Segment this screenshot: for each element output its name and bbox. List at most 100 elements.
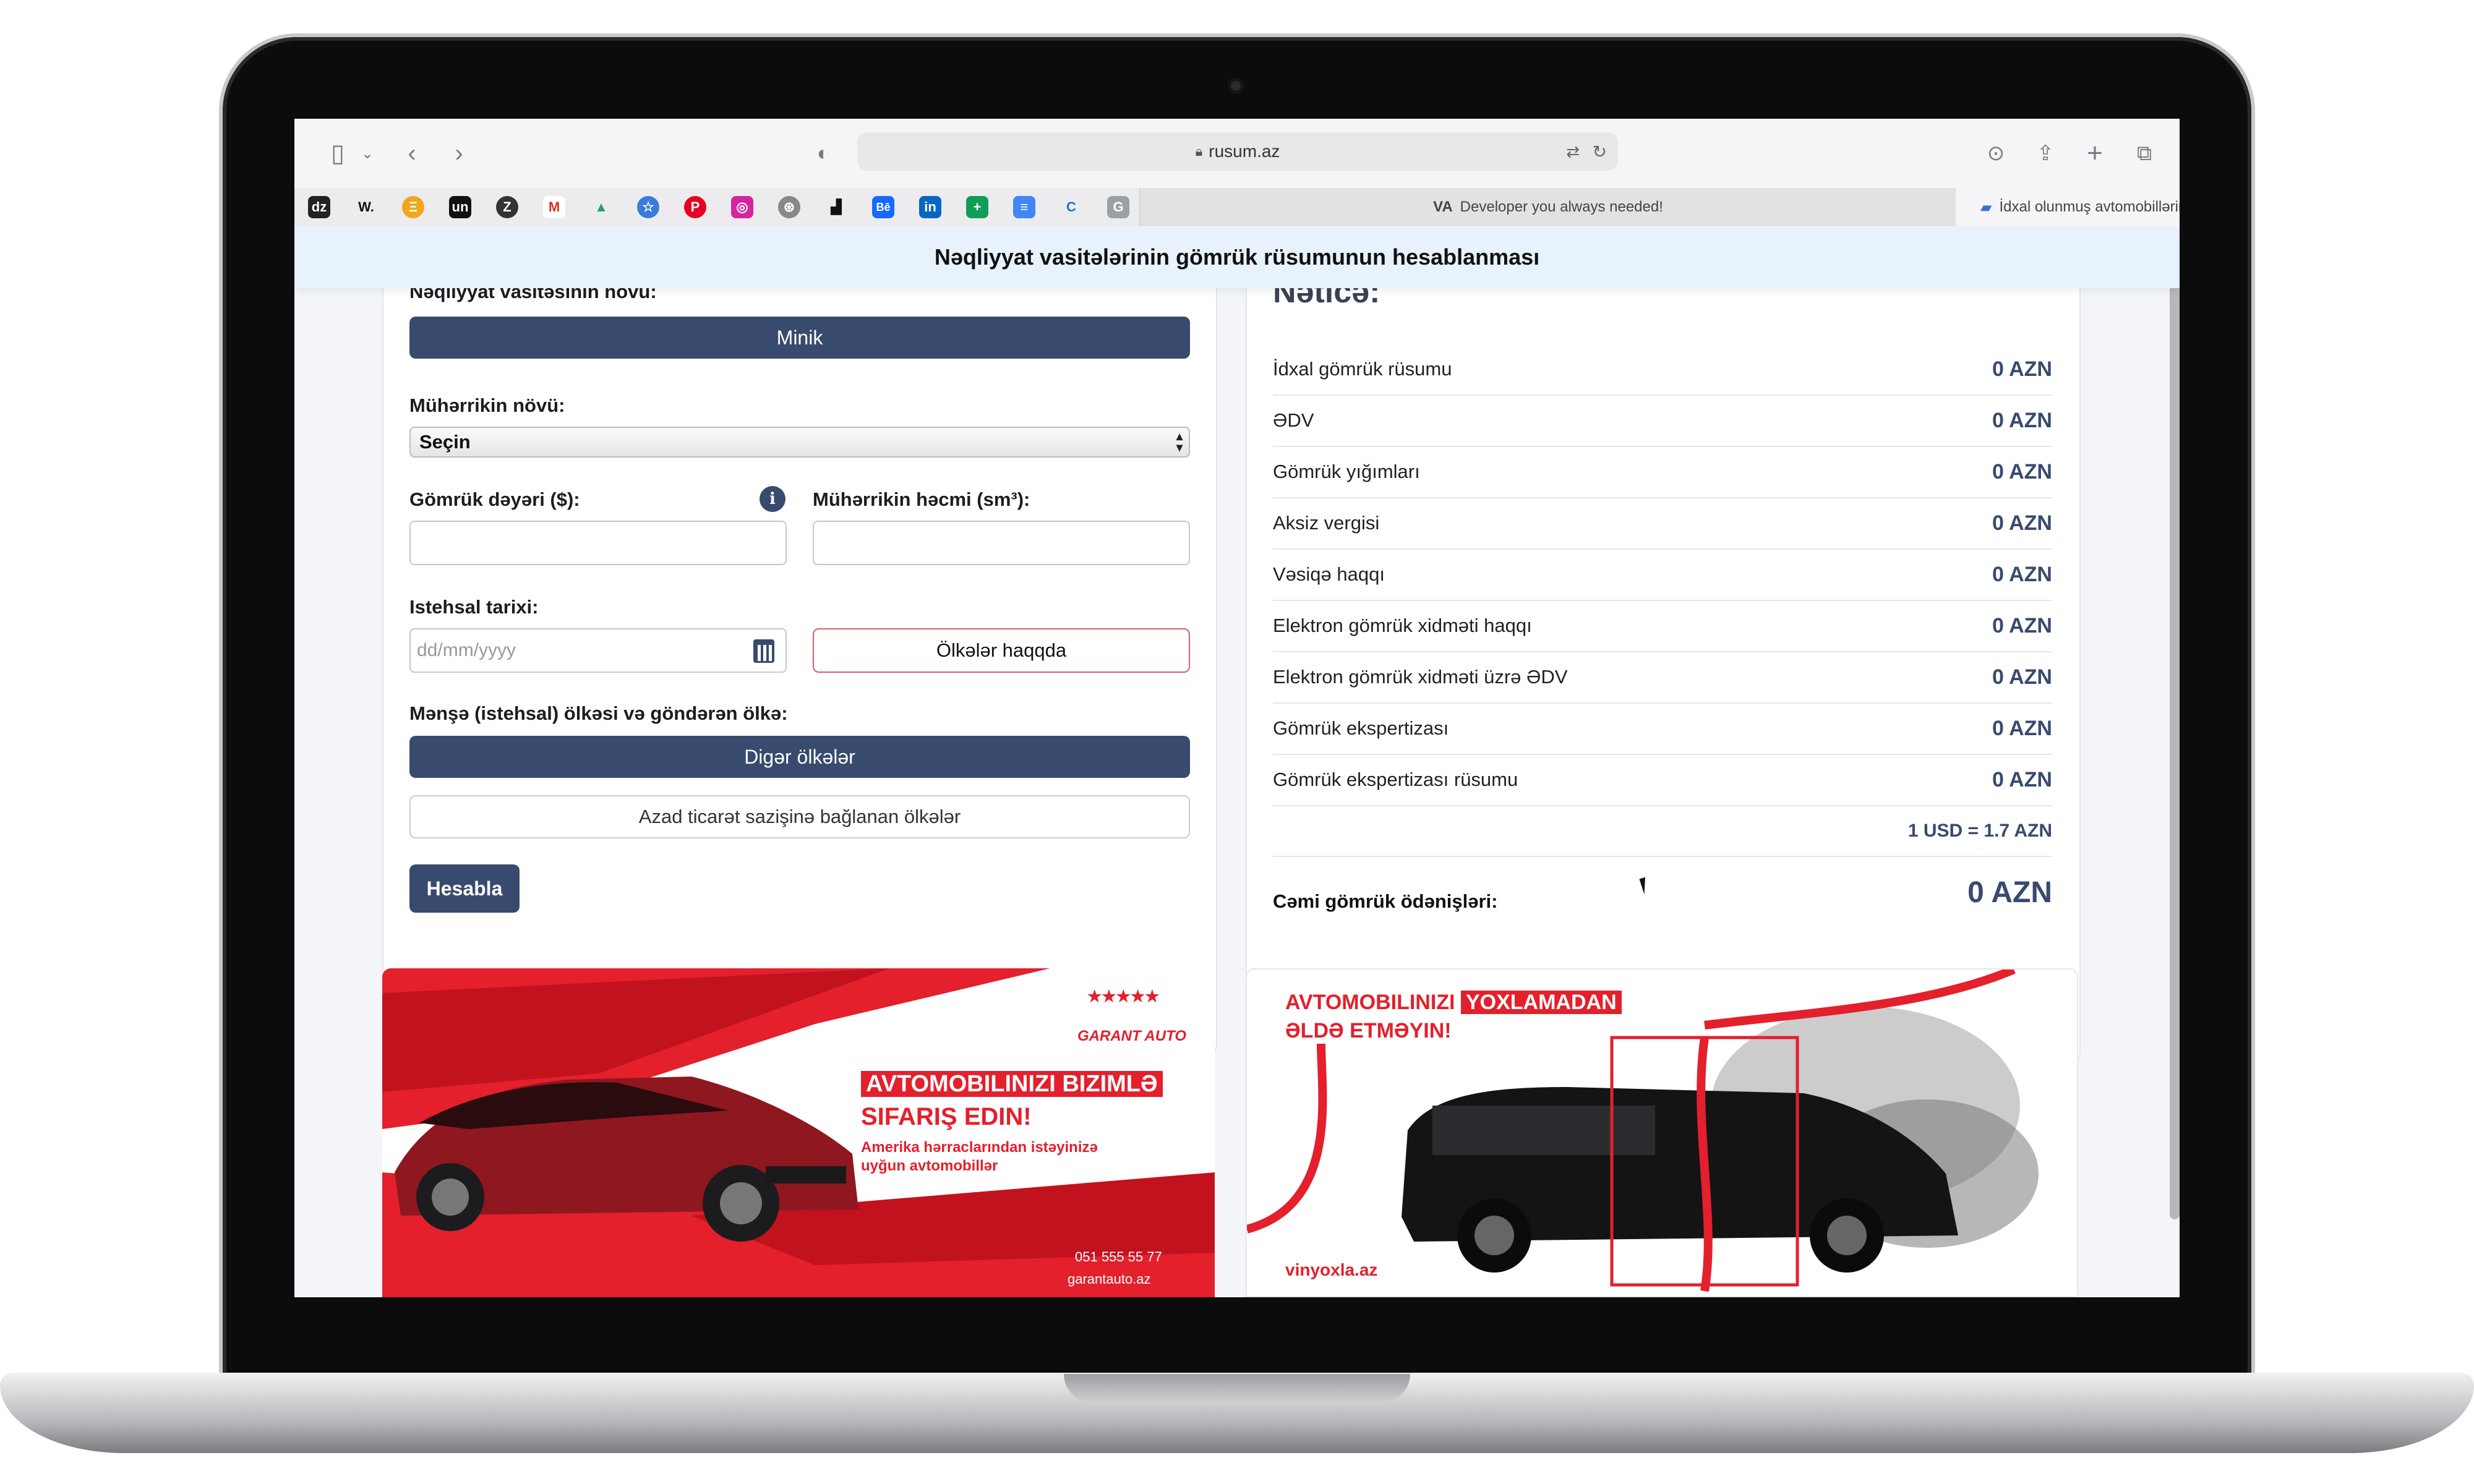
- row-value: 0 AZN: [1992, 613, 2052, 638]
- total-value: 0 AZN: [1967, 876, 2052, 909]
- url-text: rusum.az: [1209, 142, 1280, 161]
- total-label: Cəmi gömrük ödənişləri:: [1273, 890, 1498, 912]
- banner-subtitle-2: uyğun avtomobillər: [861, 1158, 998, 1174]
- result-row-e-customs-vat: Elektron gömrük xidməti üzrə ƏDV 0 AZN: [1273, 652, 2052, 704]
- result-row-import-duty: İdxal gömrük rüsumu 0 AZN: [1273, 344, 2052, 396]
- row-value: 0 AZN: [1992, 665, 2052, 689]
- shield-icon[interactable]: ◐: [808, 139, 839, 168]
- banner-phone: 051 555 55 77: [1075, 1249, 1162, 1264]
- laptop-frame: ▯ ⌄ ‹ › ◐ 🔒︎ rusum.az ⇄ ↻ ⊙ ⇪ + ⧉ dz W. …: [0, 0, 2474, 1484]
- bookmark-gmail[interactable]: M: [543, 196, 565, 218]
- select-arrows-icon: ▴ ▾: [1176, 430, 1183, 454]
- tab-developer[interactable]: VA Developer you always needed!: [1139, 188, 1957, 226]
- tab-title: İdxal olunmuş avtomobillərin gömrük rüsu…: [1999, 198, 2180, 215]
- calendar-icon[interactable]: [753, 639, 774, 663]
- bookmark-coin[interactable]: Ξ: [402, 196, 424, 218]
- customs-value-label: Gömrük dəyəri ($):: [409, 488, 580, 510]
- row-value: 0 AZN: [1992, 716, 2052, 740]
- row-label: Elektron gömrük xidməti haqqı: [1273, 615, 1532, 636]
- translate-icon[interactable]: ⇄: [1566, 142, 1580, 161]
- forward-icon[interactable]: ›: [447, 139, 471, 168]
- browser-toolbar: ▯ ⌄ ‹ › ◐ 🔒︎ rusum.az ⇄ ↻ ⊙ ⇪ + ⧉: [294, 119, 2180, 189]
- share-icon[interactable]: ⇪: [2030, 139, 2061, 168]
- row-label: ƏDV: [1273, 409, 1314, 431]
- countries-info-button[interactable]: Ölkələr haqqda: [813, 628, 1190, 673]
- result-row-e-customs-fee: Elektron gömrük xidməti haqqı 0 AZN: [1273, 600, 2052, 652]
- bookmark-drive[interactable]: ▲: [590, 196, 612, 218]
- bookmark-instagram[interactable]: ◎: [731, 196, 753, 218]
- bookmark-linkedin[interactable]: in: [919, 196, 941, 218]
- row-label: Gömrük ekspertizası: [1273, 717, 1449, 739]
- engine-type-value: Seçin: [419, 431, 471, 453]
- exchange-rate: 1 USD = 1.7 AZN: [1273, 806, 2052, 857]
- tab-overview-icon[interactable]: ⧉: [2129, 139, 2160, 168]
- row-value: 0 AZN: [1992, 562, 2052, 586]
- bookmark-unsplash[interactable]: ▟: [825, 196, 847, 218]
- banner-headline-1: AVTOMOBILINIZI BIZIMLƏ: [861, 1071, 1163, 1098]
- tab-title: Developer you always needed!: [1460, 198, 1663, 215]
- chevron-down-icon[interactable]: ⌄: [356, 139, 379, 168]
- bookmark-z[interactable]: Z: [496, 196, 518, 218]
- bookmark-un[interactable]: un: [449, 196, 471, 218]
- fta-countries-button[interactable]: Azad ticarət sazişinə bağlanan ölkələr: [409, 795, 1190, 838]
- banner-headline-2: ƏLDƏ ETMƏYIN!: [1285, 1019, 1452, 1043]
- garant-auto-logo: GARANT AUTO: [1077, 1028, 1186, 1044]
- bookmark-bot[interactable]: ☆: [637, 196, 659, 218]
- row-label: Gömrük yığımları: [1273, 461, 1420, 482]
- page-title: Nəqliyyat vasitələrinin gömrük rüsumunun…: [294, 226, 2180, 288]
- row-value: 0 AZN: [1992, 767, 2052, 791]
- garant-auto-banner[interactable]: ★★★★★ GARANT AUTO AVTOMOBILINIZI BIZIMLƏ…: [382, 968, 1215, 1297]
- engine-volume-input[interactable]: [813, 521, 1190, 565]
- bookmark-pinterest[interactable]: P: [684, 196, 706, 218]
- reload-icon[interactable]: ↻: [1593, 142, 1607, 162]
- camera-icon: [1228, 78, 1244, 94]
- address-bar[interactable]: 🔒︎ rusum.az ⇄ ↻: [857, 132, 1618, 171]
- sidebar-icon[interactable]: ▯: [319, 139, 356, 168]
- result-row-vat: ƏDV 0 AZN: [1273, 395, 2052, 447]
- result-row-customs-fees: Gömrük yığımları 0 AZN: [1273, 446, 2052, 498]
- bookmark-openai[interactable]: ⊛: [778, 196, 800, 218]
- bookmark-behance[interactable]: Bē: [872, 196, 894, 218]
- bookmark-sheets[interactable]: +: [966, 196, 988, 218]
- vinyoxla-banner[interactable]: AVTOMOBILINIZI YOXLAMADAN ƏLDƏ ETMƏYIN! …: [1246, 968, 2078, 1297]
- bookmark-w[interactable]: W.: [355, 196, 377, 218]
- tab-rusum[interactable]: ▰ İdxal olunmuş avtomobillərin gömrük rü…: [1956, 188, 2180, 226]
- origin-label: Mənşə (istehsal) ölkəsi və göndərən ölkə…: [409, 702, 788, 724]
- bookmark-c[interactable]: C: [1060, 196, 1082, 218]
- row-value: 0 AZN: [1992, 511, 2052, 535]
- download-icon[interactable]: ⊙: [1980, 139, 2011, 168]
- stars-icon: ★★★★★: [1087, 987, 1160, 1005]
- back-icon[interactable]: ‹: [400, 139, 424, 168]
- info-icon[interactable]: i: [760, 486, 785, 512]
- headline-highlight: AVTOMOBILINIZI BIZIMLƏ: [861, 1071, 1163, 1097]
- vehicle-type-button[interactable]: Minik: [409, 317, 1190, 359]
- result-row-expertise-fee: Gömrük ekspertizası rüsumu 0 AZN: [1273, 754, 2052, 806]
- row-label: Gömrük ekspertizası rüsumu: [1273, 769, 1518, 790]
- row-value: 0 AZN: [1992, 459, 2052, 484]
- banner-headline-2: SIFARIŞ EDIN!: [861, 1103, 1032, 1130]
- banner-subtitle-1: Amerika hərraclarından istəyinizə: [861, 1139, 1098, 1156]
- production-date-input[interactable]: dd/mm/yyyy: [409, 628, 787, 673]
- bookmark-dz[interactable]: dz: [308, 196, 330, 218]
- customs-value-input[interactable]: [409, 521, 787, 565]
- banner-headline-1: AVTOMOBILINIZI YOXLAMADAN: [1285, 991, 1622, 1015]
- screen: ▯ ⌄ ‹ › ◐ 🔒︎ rusum.az ⇄ ↻ ⊙ ⇪ + ⧉ dz W. …: [294, 119, 2180, 1297]
- banner-background: [382, 968, 1215, 1297]
- banner-site: garantauto.az: [1068, 1271, 1151, 1287]
- new-tab-icon[interactable]: +: [2079, 138, 2110, 168]
- production-date-placeholder: dd/mm/yyyy: [417, 640, 516, 660]
- row-label: Elektron gömrük xidməti üzrə ƏDV: [1273, 666, 1568, 688]
- bookmark-g[interactable]: G: [1107, 196, 1129, 218]
- row-label: Vəsiqə haqqı: [1273, 563, 1385, 585]
- calculate-button[interactable]: Hesabla: [409, 864, 520, 913]
- engine-volume-label: Mühərrikin həcmi (sm³):: [813, 488, 1030, 510]
- result-row-excise: Aksiz vergisi 0 AZN: [1273, 498, 2052, 550]
- page-scrollbar[interactable]: [2170, 279, 2180, 1219]
- other-countries-button[interactable]: Digər ölkələr: [409, 736, 1190, 778]
- row-value: 0 AZN: [1992, 408, 2052, 432]
- result-row-certificate-fee: Vəsiqə haqqı 0 AZN: [1273, 549, 2052, 601]
- bookmark-docs[interactable]: ≡: [1013, 196, 1035, 218]
- engine-type-select[interactable]: Seçin ▴ ▾: [409, 427, 1190, 458]
- production-date-label: Istehsal tarixi:: [409, 596, 539, 618]
- lock-icon: 🔒︎: [1195, 143, 1203, 159]
